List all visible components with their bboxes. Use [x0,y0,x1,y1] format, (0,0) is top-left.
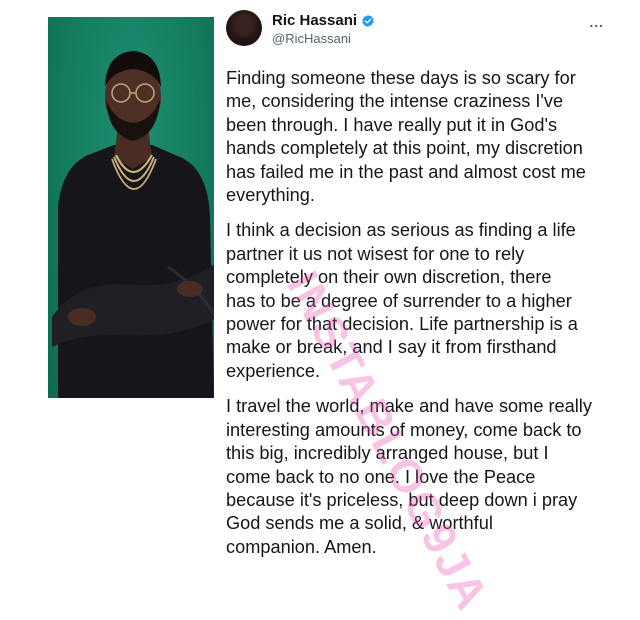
tweet-paragraph-3: I travel the world, make and have some r… [226,396,592,557]
author-display-name[interactable]: Ric Hassani [272,12,357,29]
tweet-paragraph-2: I think a decision as serious as finding… [226,220,578,381]
tweet-card: Ric Hassani @RicHassani ... Finding some… [214,0,616,557]
avatar-face [236,17,252,36]
tweet-paragraph-1: Finding someone these days is so scary f… [226,68,586,206]
more-options-icon[interactable]: ... [589,14,604,30]
verified-badge-icon [362,14,374,27]
screenshot-canvas: Ric Hassani @RicHassani ... Finding some… [0,0,640,619]
author-name-row: Ric Hassani [272,12,375,29]
tweet-text: Finding someone these days is so scary f… [226,67,612,571]
author-handle[interactable]: @RicHassani [272,31,351,46]
tweet-header: Ric Hassani @RicHassani ... [226,10,606,50]
author-avatar[interactable] [226,10,262,46]
profile-photo [48,17,218,398]
man-illustration [52,51,218,398]
